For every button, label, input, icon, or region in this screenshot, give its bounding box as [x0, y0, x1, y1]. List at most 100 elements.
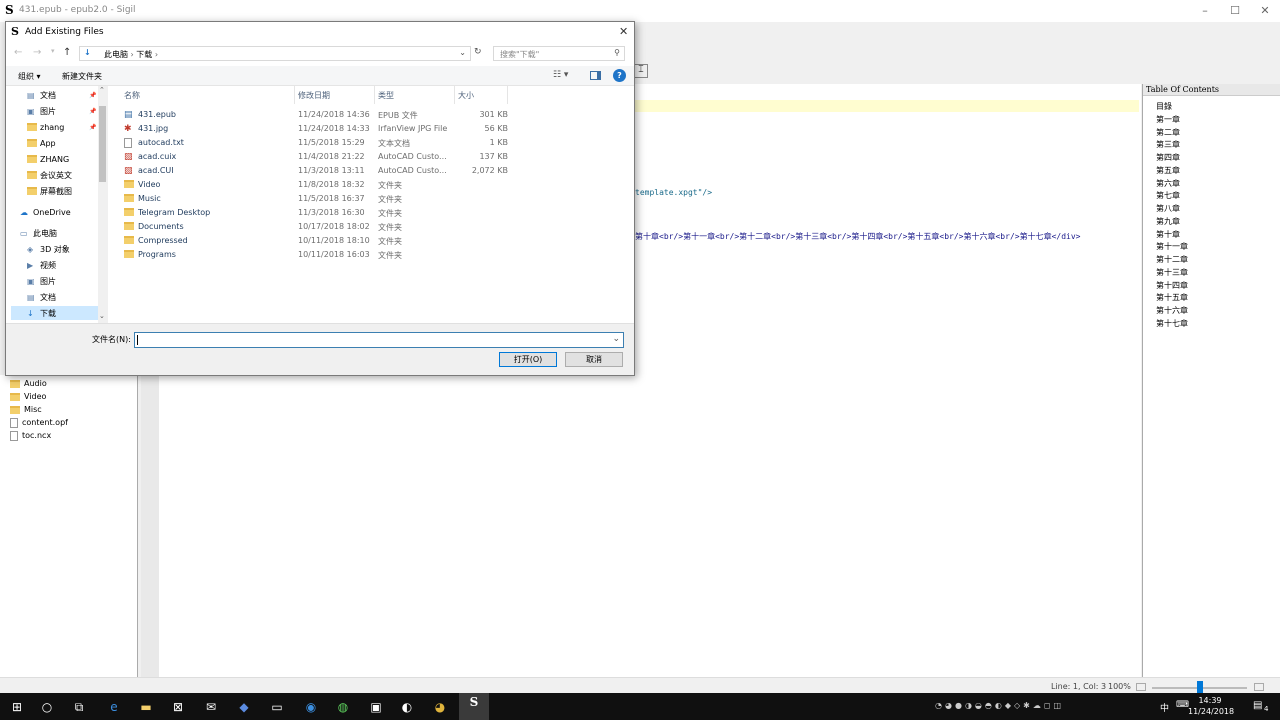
file-row[interactable]: ▧ acad.cuix 11/4/2018 21:22 AutoCAD Custo..…: [124, 150, 514, 164]
file-row[interactable]: ✱ 431.jpg 11/24/2018 14:33 IrfanView JPG Fi…: [124, 122, 514, 136]
toc-item[interactable]: 第十三章: [1156, 267, 1188, 278]
column-type[interactable]: 类型: [378, 90, 394, 101]
tree-item[interactable]: Audio: [10, 377, 47, 390]
chevron-down-icon[interactable]: ⌄: [459, 48, 466, 57]
file-row[interactable]: ▧ acad.CUI 11/3/2018 13:11 AutoCAD Custo...…: [124, 164, 514, 178]
toc-item[interactable]: 第十六章: [1156, 305, 1188, 316]
nav-item[interactable]: 会议英文: [27, 168, 72, 182]
column-name[interactable]: 名称: [124, 90, 140, 101]
up-icon[interactable]: ↑: [63, 47, 71, 58]
nav-item[interactable]: 屏幕截图: [27, 184, 72, 198]
nav-item[interactable]: ↓ 下载: [11, 306, 101, 320]
file-row[interactable]: Telegram Desktop 11/3/2018 16:30 文件夹: [124, 206, 514, 220]
toc-item[interactable]: 第十一章: [1156, 241, 1188, 252]
zoom-slider-handle[interactable]: [1197, 681, 1203, 693]
search-input[interactable]: 搜索"下载" ⚲: [493, 46, 625, 61]
app-icon[interactable]: ◉: [302, 698, 320, 716]
toc-item[interactable]: 第十章: [1156, 229, 1180, 240]
search-icon[interactable]: ○: [38, 698, 56, 716]
cancel-button[interactable]: 取消: [565, 352, 623, 367]
nav-item[interactable]: ▭ 此电脑: [20, 226, 57, 240]
toc-item[interactable]: 第八章: [1156, 203, 1180, 214]
refresh-icon[interactable]: ↻: [474, 47, 482, 57]
breadcrumb-item[interactable]: 此电脑: [104, 50, 128, 59]
nav-item[interactable]: ☁ OneDrive: [20, 205, 71, 219]
nav-item[interactable]: App: [27, 136, 56, 150]
tree-item[interactable]: content.opf: [10, 416, 68, 429]
task-view-icon[interactable]: ⧉: [70, 698, 88, 716]
chevron-down-icon[interactable]: ⌄: [612, 334, 620, 344]
windows-start-icon[interactable]: ⊞: [8, 698, 26, 716]
close-icon[interactable]: ✕: [619, 25, 628, 38]
toc-item[interactable]: 目錄: [1156, 101, 1172, 112]
nav-item[interactable]: zhang 📌: [27, 120, 96, 134]
toc-item[interactable]: 第六章: [1156, 178, 1180, 189]
tray-icons[interactable]: ◔◕●◑◒◓◐◆◇✱☁◻◫: [935, 701, 1064, 710]
nav-scrollbar[interactable]: ⌃ ⌄: [98, 86, 108, 323]
toc-item[interactable]: 第五章: [1156, 165, 1180, 176]
forward-icon[interactable]: →: [33, 47, 41, 58]
filename-input[interactable]: ⌄: [134, 332, 624, 348]
tree-item[interactable]: toc.ncx: [10, 429, 51, 442]
app-icon[interactable]: ▣: [367, 698, 385, 716]
sigil-taskbar-icon[interactable]: S: [459, 693, 489, 720]
file-row[interactable]: Video 11/8/2018 18:32 文件夹: [124, 178, 514, 192]
preview-pane-icon[interactable]: [590, 71, 601, 80]
minimize-icon[interactable]: –: [1195, 4, 1215, 17]
ime-indicator[interactable]: 中: [1160, 701, 1169, 714]
scrollbar-thumb[interactable]: [99, 106, 106, 182]
file-row[interactable]: Documents 10/17/2018 18:02 文件夹: [124, 220, 514, 234]
file-row[interactable]: Programs 10/11/2018 16:03 文件夹: [124, 248, 514, 262]
toc-item[interactable]: 第十二章: [1156, 254, 1188, 265]
toc-item[interactable]: 第二章: [1156, 127, 1180, 138]
column-size[interactable]: 大小: [458, 90, 474, 101]
toolbar-button[interactable]: ⌶: [634, 64, 648, 78]
help-icon[interactable]: ?: [613, 69, 626, 82]
edge-icon[interactable]: e: [105, 698, 123, 716]
notification-icon[interactable]: ▤: [1253, 700, 1262, 711]
chevron-down-icon[interactable]: ▾: [51, 47, 55, 55]
breadcrumb[interactable]: ↓ 此电脑 › 下载 › ⌄: [79, 46, 471, 61]
tree-item[interactable]: Video: [10, 390, 46, 403]
chrome-icon[interactable]: ◕: [431, 698, 449, 716]
maximize-icon[interactable]: ☐: [1225, 4, 1245, 17]
toc-item[interactable]: 第九章: [1156, 216, 1180, 227]
wechat-icon[interactable]: ◍: [334, 698, 352, 716]
clock[interactable]: 14:39 11/24/2018: [1188, 695, 1234, 717]
tree-item[interactable]: Misc: [10, 403, 42, 416]
terminal-icon[interactable]: ▭: [268, 698, 286, 716]
file-row[interactable]: Music 11/5/2018 16:37 文件夹: [124, 192, 514, 206]
steam-icon[interactable]: ◐: [398, 698, 416, 716]
view-options-icon[interactable]: ☷ ▾: [553, 70, 568, 80]
nav-item[interactable]: ▣ 图片: [27, 274, 56, 288]
column-date[interactable]: 修改日期: [298, 90, 330, 101]
nav-item[interactable]: ▣ 图片 📌: [27, 104, 96, 118]
breadcrumb-item[interactable]: 下载: [136, 50, 152, 59]
nav-item[interactable]: ▤ 文档 📌: [27, 88, 96, 102]
store-icon[interactable]: ⊠: [169, 698, 187, 716]
organize-button[interactable]: 组织 ▾: [18, 71, 41, 82]
file-row[interactable]: autocad.txt 11/5/2018 15:29 文本文档 1 KB: [124, 136, 514, 150]
file-row[interactable]: ▤ 431.epub 11/24/2018 14:36 EPUB 文件 301 KB: [124, 108, 514, 122]
file-row[interactable]: Compressed 10/11/2018 18:10 文件夹: [124, 234, 514, 248]
mail-icon[interactable]: ✉: [202, 698, 220, 716]
back-icon[interactable]: ←: [14, 47, 22, 58]
file-explorer-icon[interactable]: ▬: [137, 698, 155, 716]
toc-item[interactable]: 第一章: [1156, 114, 1180, 125]
toc-item[interactable]: 第十四章: [1156, 280, 1188, 291]
new-folder-button[interactable]: 新建文件夹: [62, 71, 102, 82]
toc-item[interactable]: 第四章: [1156, 152, 1180, 163]
app-icon[interactable]: ◆: [235, 698, 253, 716]
zoom-out-icon[interactable]: [1136, 683, 1146, 691]
toc-item[interactable]: 第十七章: [1156, 318, 1188, 329]
toc-item[interactable]: 第十五章: [1156, 292, 1188, 303]
zoom-in-icon[interactable]: [1254, 683, 1264, 691]
nav-item[interactable]: ◈ 3D 对象: [27, 242, 70, 256]
close-icon[interactable]: ✕: [1255, 4, 1275, 17]
nav-item[interactable]: ZHANG: [27, 152, 69, 166]
toc-item[interactable]: 第三章: [1156, 139, 1180, 150]
nav-item[interactable]: ▶ 视频: [27, 258, 56, 272]
toc-item[interactable]: 第七章: [1156, 190, 1180, 201]
open-button[interactable]: 打开(O): [499, 352, 557, 367]
nav-item[interactable]: ▤ 文档: [27, 290, 56, 304]
